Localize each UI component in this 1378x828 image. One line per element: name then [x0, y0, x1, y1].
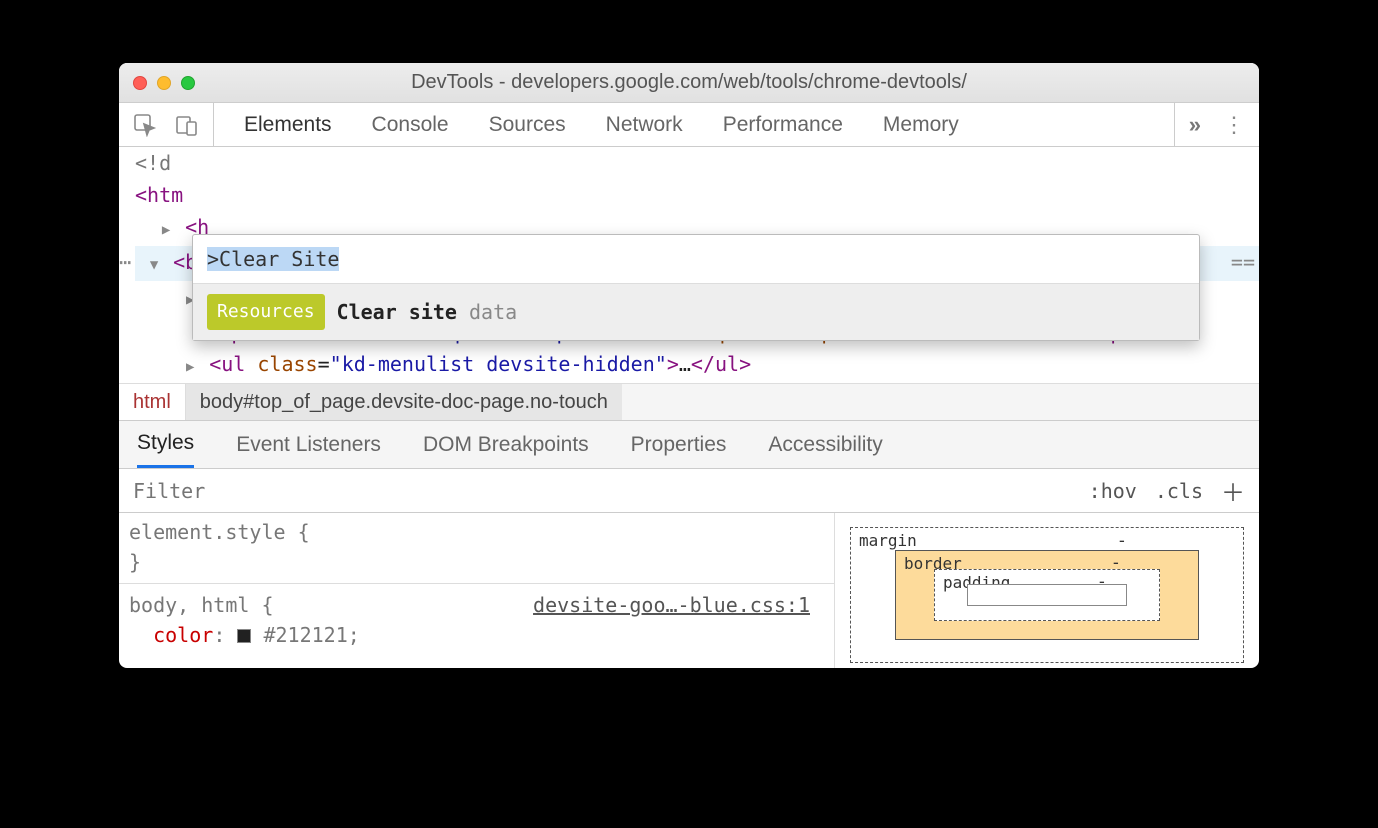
titlebar: DevTools - developers.google.com/web/too… [119, 63, 1259, 103]
color-swatch-icon[interactable] [237, 629, 251, 643]
hov-toggle[interactable]: :hov [1089, 479, 1137, 503]
styles-rules[interactable]: element.style { } body, html { devsite-g… [119, 513, 834, 668]
command-menu-input[interactable]: >Clear Site [193, 235, 1199, 284]
tab-sources[interactable]: Sources [489, 113, 566, 137]
traffic-lights [133, 76, 195, 90]
dom-tree[interactable]: <!d <htm ▶ <h ▼ <body class="devsite-doc… [119, 147, 1259, 383]
styles-subtabs: Styles Event Listeners DOM Breakpoints P… [119, 421, 1259, 469]
zoom-window-icon[interactable] [181, 76, 195, 90]
box-model[interactable]: margin - border - padding - [850, 527, 1244, 668]
subtab-event-listeners[interactable]: Event Listeners [236, 433, 381, 457]
element-style-close: } [129, 547, 824, 577]
subtab-properties[interactable]: Properties [631, 433, 727, 457]
cls-toggle[interactable]: .cls [1155, 479, 1203, 503]
minimize-window-icon[interactable] [157, 76, 171, 90]
dom-line[interactable]: <htm [135, 179, 1259, 211]
tab-console[interactable]: Console [372, 113, 449, 137]
window-title: DevTools - developers.google.com/web/too… [119, 71, 1259, 94]
tab-network[interactable]: Network [606, 113, 683, 137]
styles-filter-input[interactable] [119, 479, 1089, 503]
panel-tabs: Elements Console Sources Network Perform… [214, 113, 1174, 137]
devtools-window: DevTools - developers.google.com/web/too… [119, 63, 1259, 668]
more-tabs-icon[interactable]: » [1189, 112, 1201, 138]
device-toggle-icon[interactable] [175, 113, 199, 137]
styles-filter-bar: :hov .cls ＋ [119, 469, 1259, 513]
css-rule-selector[interactable]: body, html { [129, 593, 274, 617]
settings-menu-icon[interactable]: ⋮ [1223, 112, 1245, 138]
close-window-icon[interactable] [133, 76, 147, 90]
tab-elements[interactable]: Elements [244, 113, 332, 137]
box-model-content[interactable] [967, 584, 1127, 606]
tab-performance[interactable]: Performance [723, 113, 843, 137]
css-rule-source-link[interactable]: devsite-goo…-blue.css:1 [533, 590, 810, 620]
subtab-accessibility[interactable]: Accessibility [768, 433, 882, 457]
inspect-element-icon[interactable] [133, 113, 157, 137]
styles-panel: element.style { } body, html { devsite-g… [119, 513, 1259, 668]
box-model-padding[interactable]: padding - [934, 569, 1160, 621]
css-declaration[interactable]: color: #212121; [129, 620, 824, 650]
dom-line[interactable]: <!d [135, 147, 1259, 179]
new-style-rule-icon[interactable]: ＋ [1221, 473, 1245, 508]
box-model-border[interactable]: border - padding - [895, 550, 1199, 640]
dom-line[interactable]: ▶ <ul class="kd-menulist devsite-hidden"… [135, 348, 1259, 383]
command-menu: >Clear Site Resources Clear site data [192, 234, 1200, 341]
box-model-panel: margin - border - padding - [834, 513, 1259, 668]
breadcrumb-item-body[interactable]: body#top_of_page.devsite-doc-page.no-tou… [186, 384, 622, 420]
element-style-selector[interactable]: element.style { [129, 517, 824, 547]
breadcrumb-item-html[interactable]: html [119, 384, 186, 420]
subtab-styles[interactable]: Styles [137, 421, 194, 468]
command-badge: Resources [207, 294, 325, 330]
command-result-text: Clear site data [337, 296, 518, 328]
subtab-dom-breakpoints[interactable]: DOM Breakpoints [423, 433, 589, 457]
main-toolbar: Elements Console Sources Network Perform… [119, 103, 1259, 147]
box-model-margin[interactable]: margin - border - padding - [850, 527, 1244, 663]
command-menu-result[interactable]: Resources Clear site data [193, 284, 1199, 340]
breadcrumb: html body#top_of_page.devsite-doc-page.n… [119, 383, 1259, 421]
tab-memory[interactable]: Memory [883, 113, 959, 137]
